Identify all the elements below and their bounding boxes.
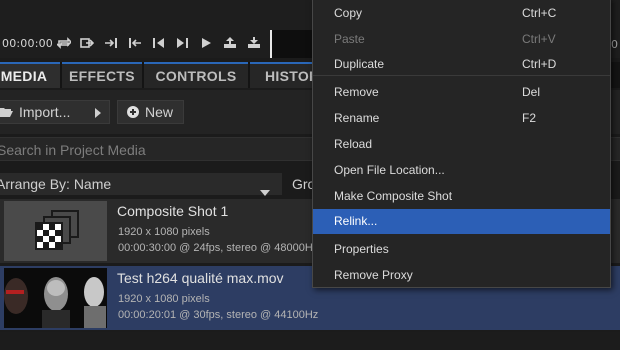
menu-item-remove[interactable]: Remove Del (313, 80, 610, 104)
go-to-out-icon[interactable] (126, 33, 144, 53)
arrange-by-dropdown[interactable]: Arrange By: Name (0, 173, 282, 196)
menu-shortcut: Ctrl+D (522, 57, 557, 71)
play-icon[interactable] (197, 33, 215, 53)
mark-out-icon[interactable] (245, 33, 263, 53)
menu-shortcut: Del (522, 85, 541, 99)
media-item-meta: 00:00:20:01 @ 30fps, stereo @ 44100Hz (118, 309, 319, 321)
search-input[interactable] (0, 140, 317, 160)
media-item-name: Composite Shot 1 (117, 203, 229, 219)
context-menu: Copy Ctrl+C Paste Ctrl+V Duplicate Ctrl+… (312, 0, 611, 288)
menu-shortcut: Ctrl+V (522, 32, 556, 46)
new-label: New (145, 104, 174, 120)
timeline-scrubber[interactable] (270, 30, 312, 58)
go-to-in-icon[interactable] (102, 33, 120, 53)
media-item-dimensions: 1920 x 1080 pixels (118, 293, 210, 305)
menu-item-remove-proxy[interactable]: Remove Proxy (313, 263, 610, 287)
tab-effects[interactable]: EFFECTS (62, 62, 142, 88)
menu-shortcut: Ctrl+C (522, 6, 557, 20)
media-item-meta: 00:00:30:00 @ 24fps, stereo @ 48000Hz (118, 242, 319, 254)
menu-item-duplicate[interactable]: Duplicate Ctrl+D (313, 52, 610, 76)
chevron-right-icon (95, 108, 101, 118)
tab-controls[interactable]: CONTROLS (144, 62, 248, 88)
menu-item-paste[interactable]: Paste Ctrl+V (313, 27, 610, 51)
menu-separator (313, 75, 610, 76)
media-item-dimensions: 1920 x 1080 pixels (118, 226, 210, 238)
step-back-icon[interactable] (150, 33, 168, 53)
media-item-name: Test h264 qualité max.mov (117, 270, 284, 286)
menu-item-open-file-location[interactable]: Open File Location... (313, 158, 610, 182)
menu-shortcut: F2 (522, 111, 537, 125)
menu-item-rename[interactable]: Rename F2 (313, 106, 610, 130)
timecode[interactable]: 00:00:00 (2, 37, 53, 50)
chevron-down-icon (260, 181, 270, 200)
folder-icon (0, 106, 13, 118)
composite-icon (35, 210, 79, 250)
step-forward-icon[interactable] (173, 33, 191, 53)
video-frame-image (4, 268, 107, 328)
plus-circle-icon (127, 106, 139, 118)
mark-in-icon[interactable] (221, 33, 239, 53)
loop-icon[interactable] (55, 33, 73, 53)
menu-item-make-composite-shot[interactable]: Make Composite Shot (313, 184, 610, 208)
import-button[interactable]: Import... (0, 100, 110, 124)
menu-item-copy[interactable]: Copy Ctrl+C (313, 1, 610, 25)
tab-media[interactable]: MEDIA (0, 62, 60, 88)
media-list-empty-area (0, 332, 620, 350)
import-label: Import... (19, 104, 71, 120)
video-thumbnail (4, 268, 107, 328)
composite-shot-thumbnail (4, 201, 107, 261)
menu-item-properties[interactable]: Properties (313, 237, 610, 261)
menu-item-reload[interactable]: Reload (313, 132, 610, 156)
panel-edge-label: 0 (611, 38, 618, 51)
export-icon[interactable] (78, 33, 96, 53)
new-button[interactable]: New (117, 100, 184, 124)
arrange-by-label: Arrange By: Name (0, 176, 112, 192)
menu-item-relink[interactable]: Relink... (313, 209, 610, 234)
